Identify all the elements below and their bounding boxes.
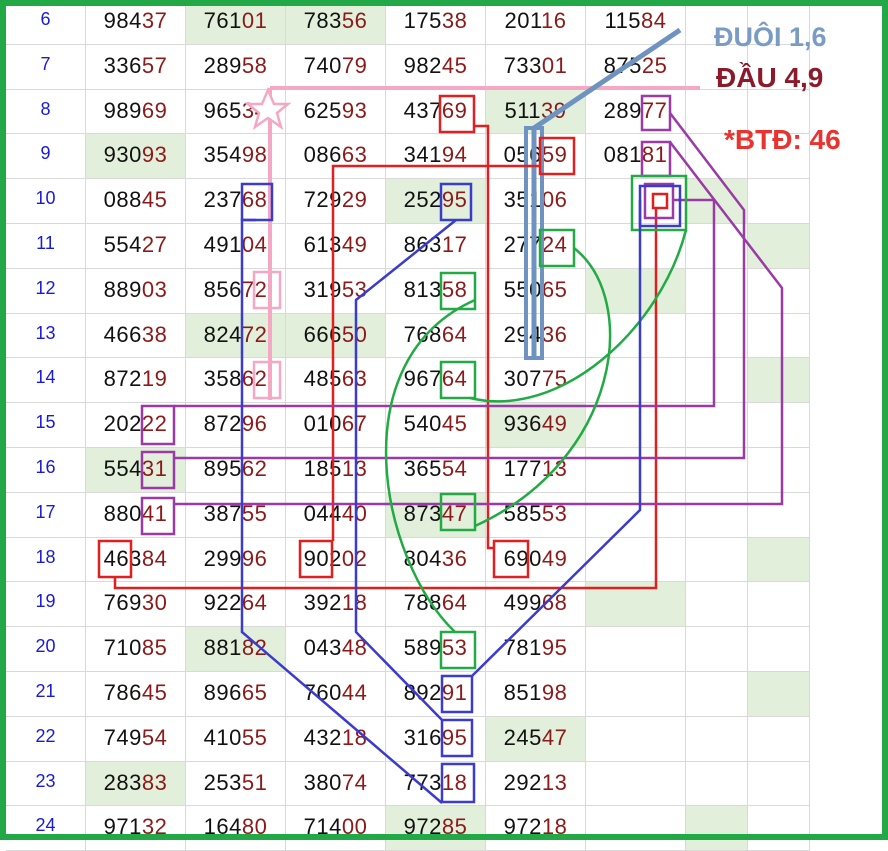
red-box — [438, 94, 476, 134]
green-box — [439, 492, 477, 532]
purple-box — [640, 94, 672, 132]
blue-box — [440, 674, 474, 714]
head-label: ĐẦU 4,9 — [716, 62, 824, 93]
purple-box — [643, 182, 675, 220]
purple-line — [174, 141, 784, 506]
blue-line — [471, 200, 642, 677]
purple-box — [140, 496, 176, 536]
purple-box — [140, 450, 176, 490]
tail-label: ĐUÔI 1,6 — [714, 22, 827, 52]
green-box — [439, 630, 477, 670]
blue-box — [440, 718, 474, 758]
red-box — [538, 136, 576, 176]
pink-box — [252, 360, 282, 400]
blue-box — [240, 182, 274, 222]
blue-box — [440, 762, 476, 804]
green-box — [538, 228, 576, 268]
red-box — [651, 192, 669, 210]
purple-box — [140, 404, 176, 446]
purple-box — [640, 140, 672, 178]
red-box — [298, 539, 334, 579]
pink-box — [252, 270, 282, 310]
red-box — [492, 539, 530, 579]
green-box — [439, 360, 477, 400]
red-box — [97, 539, 133, 579]
red-line — [331, 164, 540, 541]
btd-label: *BTĐ: 46 — [724, 124, 841, 155]
lottery-board: 6 98437 76101 78356 17538 20116 11584 7 33657 289… — [0, 0, 888, 851]
blue-box — [439, 182, 473, 222]
red-line — [474, 124, 494, 550]
